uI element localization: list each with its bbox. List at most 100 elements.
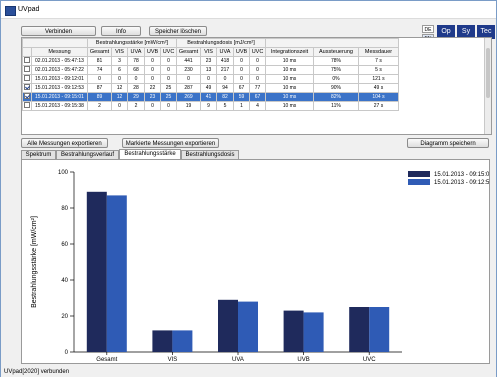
tab-spectrum[interactable]: Spektrum xyxy=(21,150,56,159)
table-cell: 78 xyxy=(127,56,145,66)
status-bar: UVpad[2020] verbunden xyxy=(1,367,496,377)
app-window: UVpad Verbinden Info Speicher löschen DE… xyxy=(0,0,497,377)
table-row[interactable]: 15.01.2013 - 09:15:01 89 12 29 23 25 269 41 82 59… xyxy=(22,92,399,102)
table-cell: 12 xyxy=(111,92,128,102)
table-cell: 230 xyxy=(176,65,201,75)
table-cell: 0 xyxy=(233,65,250,75)
row-checkbox[interactable] xyxy=(24,75,30,82)
table-cell: 82% xyxy=(313,92,359,102)
x-tick-label: VIS xyxy=(168,357,178,363)
bar-gesamt-series-1 xyxy=(86,191,107,352)
table-cell: 287 xyxy=(176,83,201,93)
table-cell: 10 ms xyxy=(265,92,314,102)
row-checkbox-cell[interactable] xyxy=(22,101,32,111)
tab-irradiation-dose[interactable]: Bestrahlungsdosis xyxy=(181,150,239,159)
app-icon xyxy=(5,6,16,16)
table-cell: 74 xyxy=(87,65,112,75)
row-checkbox-cell[interactable] xyxy=(22,74,32,84)
table-cell: 19 xyxy=(176,101,201,111)
table-cell: 75% xyxy=(313,65,359,75)
export-all-button[interactable]: Alle Messungen exportieren xyxy=(21,138,108,148)
table-cell: 02.01.2013 - 05:47:13 xyxy=(31,56,88,66)
table-cell: 41 xyxy=(200,92,217,102)
header-irr-uvb[interactable]: UVB xyxy=(144,47,161,57)
language-de-button[interactable]: DE xyxy=(422,25,434,33)
irradiance-bar-chart: 0 20 40 60 80 100 Bestrahlungsstärke [mW/cm²] G… xyxy=(31,170,493,363)
table-cell: 6 xyxy=(111,65,128,75)
row-checkbox[interactable] xyxy=(24,93,30,100)
table-cell: 82 xyxy=(216,92,234,102)
header-irradiance-group: Bestrahlungsstärke [mW/cm²] xyxy=(87,38,177,48)
x-tick-label: UVA xyxy=(232,357,244,363)
table-cell: 0 xyxy=(249,56,266,66)
header-dose-uva[interactable]: UVA xyxy=(216,47,234,57)
x-tick-label: Gesamt xyxy=(96,357,117,363)
header-dose-uvc[interactable]: UVC xyxy=(249,47,266,57)
bar-gesamt-series-2 xyxy=(106,195,127,352)
table-cell: 10 ms xyxy=(265,65,314,75)
header-modulation[interactable]: Aussteuerung xyxy=(313,47,359,57)
table-row[interactable]: 15.01.2013 - 09:15:38 2 0 2 0 0 19 9 5 1 4 10 ms 11%… xyxy=(22,101,399,111)
header-irr-uvc[interactable]: UVC xyxy=(160,47,177,57)
tab-irradiation-course[interactable]: Bestrahlungsverlauf xyxy=(56,150,119,159)
bar-vis-series-2 xyxy=(172,330,193,352)
header-checkbox-col xyxy=(22,47,32,57)
row-checkbox-cell[interactable] xyxy=(22,83,32,93)
row-checkbox-cell[interactable] xyxy=(22,92,32,102)
table-row[interactable]: 15.01.2013 - 09:12:01 0 0 0 0 0 0 0 0 0 0 10 ms 0% 12… xyxy=(22,74,399,84)
table-cell: 90% xyxy=(313,83,359,93)
table-cell: 0 xyxy=(144,65,161,75)
info-button[interactable]: Info xyxy=(101,26,141,36)
row-checkbox[interactable] xyxy=(24,102,30,109)
header-irr-total[interactable]: Gesamt xyxy=(87,47,112,57)
table-vertical-scrollbar[interactable] xyxy=(484,38,491,134)
table-cell: 0 xyxy=(176,74,201,84)
title-bar: UVpad xyxy=(1,1,496,19)
table-cell: 15.01.2013 - 09:12:53 xyxy=(31,83,88,93)
row-checkbox[interactable] xyxy=(24,84,30,91)
row-checkbox[interactable] xyxy=(24,57,30,64)
table-cell: 0 xyxy=(160,65,177,75)
table-row[interactable]: 02.01.2013 - 05:47:22 74 6 68 0 0 230 13 217 0 0 10… xyxy=(22,65,399,75)
table-row[interactable]: 02.01.2013 - 05:47:13 81 3 78 0 0 441 23 418 0 0 10… xyxy=(22,56,399,66)
header-irr-uva[interactable]: UVA xyxy=(127,47,145,57)
export-marked-button[interactable]: Markierte Messungen exportieren xyxy=(122,138,219,148)
row-checkbox-cell[interactable] xyxy=(22,56,32,66)
header-irr-vis[interactable]: VIS xyxy=(111,47,128,57)
header-dose-uvb[interactable]: UVB xyxy=(233,47,250,57)
table-cell: 27 s xyxy=(358,101,399,111)
window-title: UVpad xyxy=(18,6,40,13)
table-cell: 0 xyxy=(160,74,177,84)
table-cell: 67 xyxy=(233,83,250,93)
table-cell: 5 s xyxy=(358,65,399,75)
table-cell: 0 xyxy=(216,74,234,84)
table-cell: 25 xyxy=(160,83,177,93)
row-checkbox[interactable] xyxy=(24,66,30,73)
table-cell: 02.01.2013 - 05:47:22 xyxy=(31,65,88,75)
table-cell: 104 s xyxy=(358,92,399,102)
table-cell: 49 xyxy=(200,83,217,93)
header-integration-time[interactable]: Integrationszeit xyxy=(265,47,314,57)
table-cell: 121 s xyxy=(358,74,399,84)
table-cell: 9 xyxy=(200,101,217,111)
scrollbar-thumb[interactable] xyxy=(486,48,490,98)
table-cell: 0 xyxy=(249,65,266,75)
tab-irradiance[interactable]: Bestrahlungsstärke xyxy=(119,149,181,159)
header-dose-vis[interactable]: VIS xyxy=(200,47,217,57)
table-cell: 0 xyxy=(144,74,161,84)
clear-memory-button[interactable]: Speicher löschen xyxy=(149,26,207,36)
legend-swatch-1 xyxy=(408,171,430,177)
header-dose-total[interactable]: Gesamt xyxy=(176,47,201,57)
connect-button[interactable]: Verbinden xyxy=(21,26,96,36)
header-dose-group: Bestrahlungsdosis [mJ/cm²] xyxy=(176,38,266,48)
row-checkbox-cell[interactable] xyxy=(22,65,32,75)
header-duration[interactable]: Messdauer xyxy=(358,47,399,57)
table-cell: 94 xyxy=(216,83,234,93)
table-row[interactable]: 15.01.2013 - 09:12:53 87 12 28 22 25 287 49 94 67… xyxy=(22,83,399,93)
header-measurement[interactable]: Messung xyxy=(31,47,88,57)
x-tick-label: UVC xyxy=(363,357,376,363)
table-column-header-row: Messung Gesamt VIS UVA UVB UVC Gesamt VI… xyxy=(22,47,399,57)
table-cell: 217 xyxy=(216,65,234,75)
save-chart-button[interactable]: Diagramm speichern xyxy=(407,138,489,148)
table-cell: 13 xyxy=(200,65,217,75)
